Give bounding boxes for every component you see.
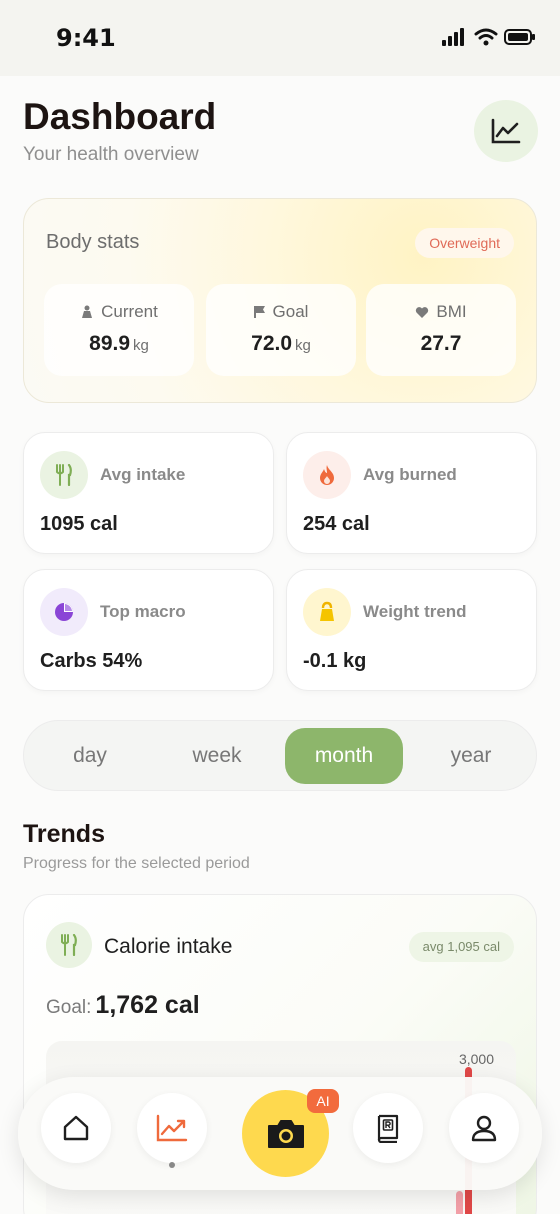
stat-current-value: 89.9 [89,332,131,355]
stat-current: Current 89.9 kg [44,284,194,376]
body-stats-title: Body stats [46,231,140,253]
metric-weight-trend[interactable]: Weight trend -0.1 kg [286,569,537,691]
status-bar: 9:41 [0,0,560,76]
profile-icon [471,1115,497,1142]
stat-goal-unit: kg [295,337,311,354]
analytics-button[interactable] [474,100,538,162]
fork-knife-icon [40,451,88,499]
recipe-book-icon [377,1114,399,1143]
metric-avg-intake[interactable]: Avg intake 1095 cal [23,432,274,554]
kettlebell-icon [303,588,351,636]
home-icon [63,1115,89,1141]
stat-goal-label: Goal [272,302,309,321]
stat-goal: Goal 72.0 kg [206,284,356,376]
ai-badge: AI [307,1089,339,1113]
tab-year[interactable]: year [412,728,530,784]
period-switch: day week month year [23,720,537,791]
metric-value: Carbs 54% [40,650,143,672]
flag-icon [253,306,265,318]
trends-subtitle: Progress for the selected period [23,855,250,872]
average-badge: avg 1,095 cal [408,932,514,962]
metric-value: 1095 cal [40,513,118,535]
flame-icon [303,451,351,499]
signal-icon [442,28,464,46]
body-stats-card: Body stats Overweight Current 89.9 kg Goa… [23,198,537,403]
camera-icon [267,1119,304,1148]
metric-label: Avg intake [100,465,186,484]
metric-label: Weight trend [363,602,467,621]
nav-profile[interactable] [449,1093,519,1163]
metric-label: Avg burned [363,465,457,484]
tab-day[interactable]: day [31,728,149,784]
metric-top-macro[interactable]: Top macro Carbs 54% [23,569,274,691]
nav-home[interactable] [41,1093,111,1163]
stat-current-unit: kg [133,337,149,354]
weight-person-icon [82,305,93,318]
page-subtitle: Your health overview [23,144,199,165]
bottom-nav: AI [18,1077,542,1190]
tab-week[interactable]: week [158,728,276,784]
fork-knife-icon [46,922,92,968]
calorie-goal-label: Goal: [46,997,92,1018]
status-icons [442,28,536,46]
chart-tick-label: 3,000 [458,1051,494,1067]
metric-value: -0.1 kg [303,650,367,672]
trend-icon [156,1114,188,1142]
battery-icon [504,29,535,45]
pie-chart-icon [40,588,88,636]
active-indicator [169,1162,175,1168]
calorie-goal: Goal: 1,762 cal [46,991,200,1020]
metric-avg-burned[interactable]: Avg burned 254 cal [286,432,537,554]
calorie-goal-value: 1,762 cal [95,991,200,1019]
stat-bmi-value: 27.7 [420,332,462,355]
stat-bmi: BMI 27.7 [366,284,516,376]
stat-bmi-label: BMI [436,302,467,321]
stat-goal-value: 72.0 [251,332,293,355]
stat-current-label: Current [101,302,158,321]
nav-trends[interactable] [137,1093,207,1163]
metric-value: 254 cal [303,513,370,535]
trends-title: Trends [23,820,105,848]
chart-bar [456,1191,463,1214]
wifi-icon [474,28,498,46]
line-chart-icon [491,118,521,144]
heart-icon [416,306,429,318]
page-title: Dashboard [23,96,217,137]
metric-label: Top macro [100,602,186,621]
status-badge: Overweight [415,228,514,258]
nav-recipes[interactable] [353,1093,423,1163]
calorie-card-title: Calorie intake [104,935,233,958]
status-time: 9:41 [56,24,116,52]
tab-month[interactable]: month [285,728,403,784]
